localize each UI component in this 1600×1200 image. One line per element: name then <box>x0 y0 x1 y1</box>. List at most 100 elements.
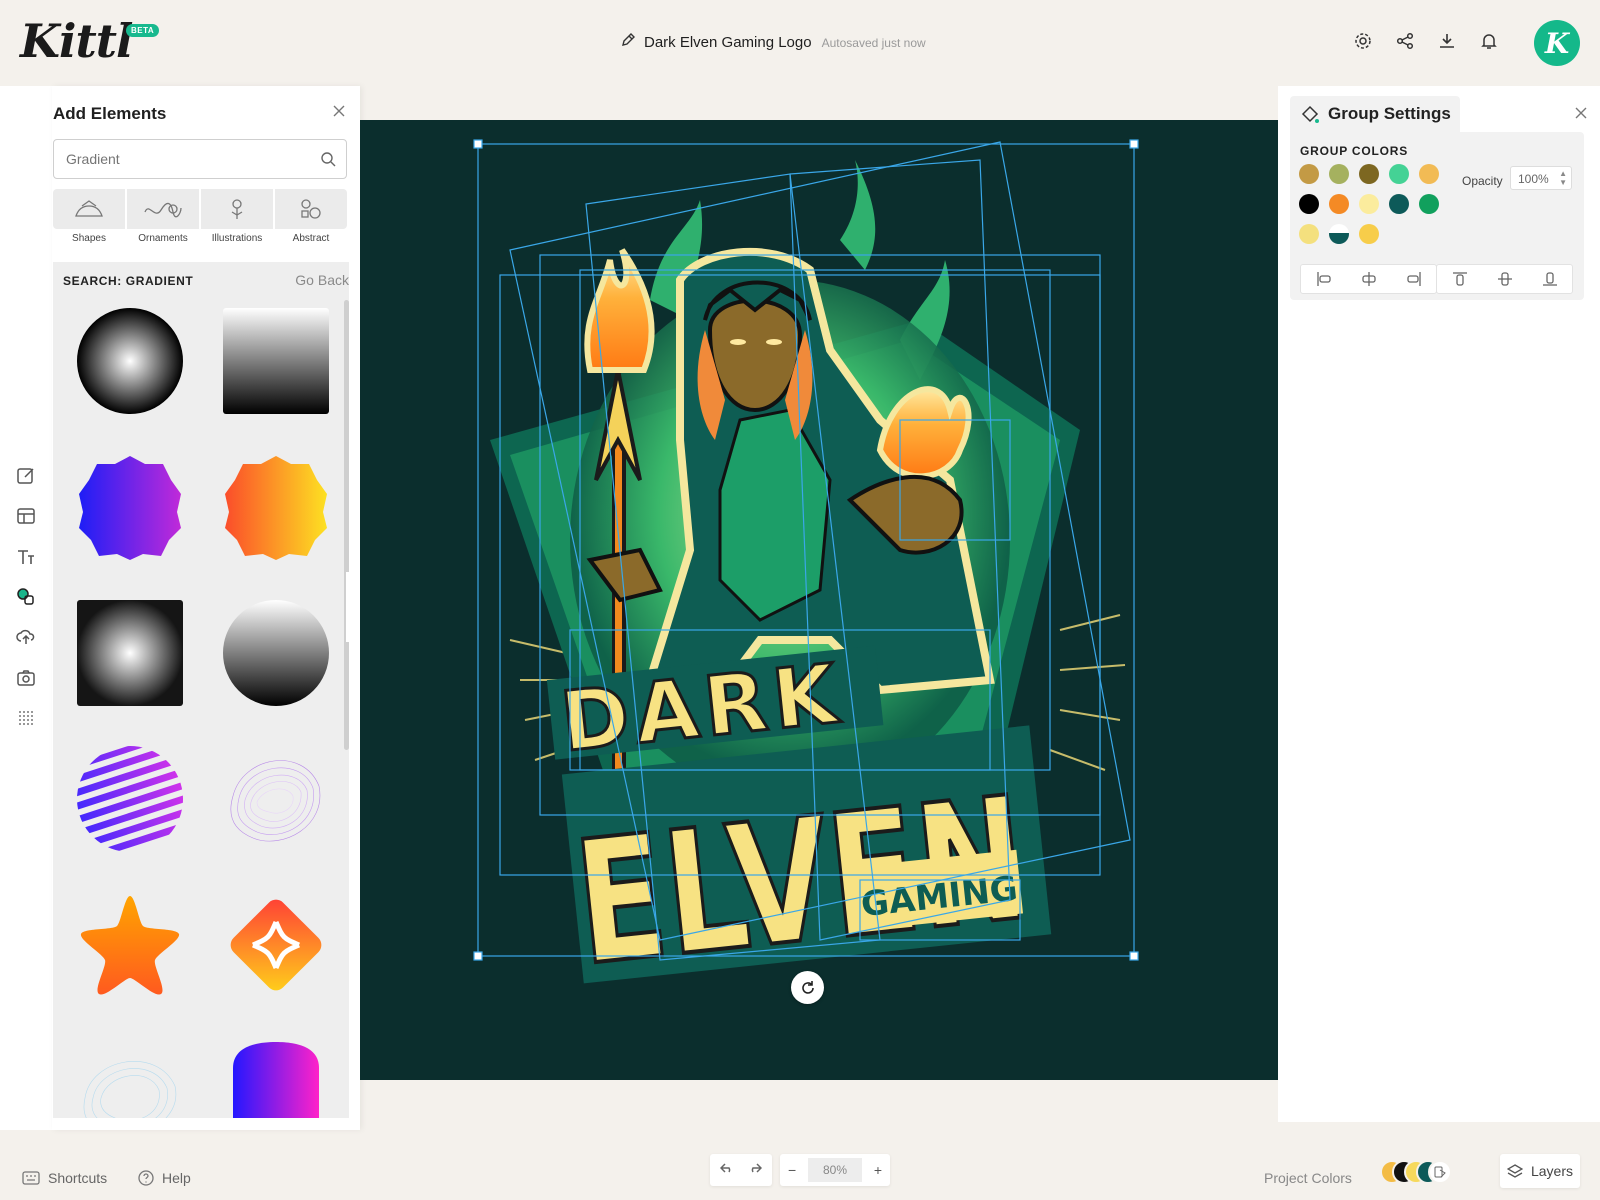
striped-gradient-sphere-element[interactable] <box>77 746 183 852</box>
cyan-wireframe-blob-element[interactable] <box>77 1038 183 1118</box>
layers-button[interactable]: Layers <box>1500 1154 1580 1188</box>
align-right-icon[interactable] <box>1391 265 1436 293</box>
app-logo[interactable]: Kittl <box>20 14 133 68</box>
project-colors-label[interactable]: Project Colors <box>1264 1170 1352 1186</box>
category-ornaments[interactable]: Ornaments <box>127 189 199 244</box>
download-icon[interactable] <box>1436 30 1458 52</box>
close-icon[interactable] <box>332 104 348 120</box>
align-top-icon[interactable] <box>1437 265 1482 293</box>
color-swatch[interactable] <box>1389 164 1409 184</box>
results-heading: SEARCH: GRADIENT <box>63 274 194 288</box>
group-settings-title: Group Settings <box>1328 104 1451 123</box>
keyboard-icon <box>22 1171 40 1185</box>
add-elements-panel: Add Elements Shapes Ornaments Illustrati… <box>52 86 360 1130</box>
color-swatch[interactable] <box>1419 194 1439 214</box>
go-back-link[interactable]: Go Back <box>295 272 349 288</box>
undo-icon[interactable] <box>719 1161 734 1179</box>
help-icon <box>138 1170 154 1186</box>
opacity-input[interactable]: 100% ▲ ▼ <box>1510 166 1572 190</box>
camera-icon[interactable] <box>14 666 38 690</box>
group-colors-section: GROUP COLORS Opacity 100% ▲ ▼ <box>1290 132 1584 300</box>
redo-icon[interactable] <box>748 1161 763 1179</box>
help-button[interactable]: Help <box>138 1170 191 1186</box>
align-middle-v-icon[interactable] <box>1482 265 1527 293</box>
top-bar: Kittl BETA Dark Elven Gaming Logo Autosa… <box>0 0 1600 86</box>
wireframe-gradient-blob-element[interactable] <box>223 746 329 852</box>
category-label: Abstract <box>292 233 330 244</box>
upload-icon[interactable] <box>14 625 38 649</box>
zoom-out-icon[interactable]: − <box>788 1162 796 1178</box>
share-icon[interactable] <box>1394 30 1416 52</box>
shortcuts-button[interactable]: Shortcuts <box>22 1170 107 1186</box>
zoom-value[interactable]: 80% <box>808 1158 862 1182</box>
align-center-h-icon[interactable] <box>1346 265 1391 293</box>
document-title-area: Dark Elven Gaming Logo Autosaved just no… <box>620 32 926 53</box>
zoom-controls: − 80% + <box>780 1154 890 1186</box>
user-avatar[interactable]: K <box>1534 20 1580 66</box>
horizontal-align-group <box>1300 264 1437 294</box>
design-canvas[interactable]: DARK ELVEN GAMING <box>360 120 1278 1080</box>
group-settings-panel: Group Settings GROUP COLORS Opacity 100%… <box>1278 86 1600 1122</box>
color-swatch[interactable] <box>1359 164 1379 184</box>
color-swatch[interactable] <box>1389 194 1409 214</box>
search-input[interactable] <box>54 140 294 178</box>
radial-gradient-circle-element[interactable] <box>77 308 183 414</box>
bell-icon[interactable] <box>1478 30 1500 52</box>
color-swatch[interactable] <box>1419 164 1439 184</box>
shapes-icon <box>75 200 103 217</box>
category-label: Shapes <box>72 233 106 244</box>
beta-badge: BETA <box>126 24 160 37</box>
color-swatch[interactable] <box>1359 224 1379 244</box>
save-status: Autosaved just now <box>821 35 926 50</box>
project-colors-swatches[interactable] <box>1380 1160 1456 1186</box>
palette-edit-icon <box>1428 1160 1452 1184</box>
group-settings-tab[interactable]: Group Settings <box>1290 96 1460 132</box>
orange-yellow-gradient-badge-element[interactable] <box>223 454 329 560</box>
document-title[interactable]: Dark Elven Gaming Logo <box>644 34 812 51</box>
gradient-color-swatch[interactable] <box>1329 224 1349 244</box>
gear-icon[interactable] <box>1352 30 1374 52</box>
results-scrollbar[interactable] <box>344 300 349 750</box>
purple-gradient-shield-element[interactable] <box>223 1038 329 1118</box>
align-left-icon[interactable] <box>1301 265 1346 293</box>
templates-icon[interactable] <box>14 504 38 528</box>
color-swatch[interactable] <box>1299 194 1319 214</box>
color-swatch[interactable] <box>1359 194 1379 214</box>
rotate-icon <box>801 980 814 994</box>
category-shapes[interactable]: Shapes <box>53 189 125 244</box>
color-swatch[interactable] <box>1329 164 1349 184</box>
history-controls <box>710 1154 772 1186</box>
category-illustrations[interactable]: Illustrations <box>201 189 273 244</box>
bottom-bar: Shortcuts Help − 80% + Project Colors La… <box>0 1130 1600 1200</box>
panel-title: Add Elements <box>53 104 167 123</box>
linear-gradient-square-element[interactable] <box>223 308 329 414</box>
gray-gradient-circle-element[interactable] <box>223 600 329 706</box>
pattern-icon[interactable] <box>14 706 38 730</box>
color-swatch[interactable] <box>1299 224 1319 244</box>
purple-blue-gradient-badge-element[interactable] <box>77 454 183 560</box>
radial-gradient-square-element[interactable] <box>77 600 183 706</box>
pencil-icon[interactable] <box>620 32 636 53</box>
category-abstract[interactable]: Abstract <box>275 189 347 244</box>
search-field <box>53 139 347 179</box>
illustrations-icon <box>231 199 243 219</box>
orange-gradient-star-element[interactable] <box>77 892 183 998</box>
color-swatch[interactable] <box>1329 194 1349 214</box>
rotate-handle[interactable] <box>791 971 824 1004</box>
text-icon[interactable] <box>14 545 38 569</box>
layers-label: Layers <box>1530 1163 1574 1179</box>
orange-gradient-pinwheel-element[interactable] <box>223 892 329 998</box>
search-icon[interactable] <box>320 151 336 172</box>
artwork[interactable]: DARK ELVEN GAMING <box>360 120 1278 1080</box>
align-bottom-icon[interactable] <box>1527 265 1572 293</box>
vertical-align-group <box>1436 264 1573 294</box>
close-icon[interactable] <box>1574 106 1588 125</box>
edit-icon[interactable] <box>14 464 38 488</box>
stepper-icon[interactable]: ▲ ▼ <box>1559 169 1567 187</box>
color-swatch[interactable] <box>1299 164 1319 184</box>
zoom-in-icon[interactable]: + <box>874 1162 882 1178</box>
abstract-icon <box>301 199 321 219</box>
layers-icon <box>1506 1164 1523 1178</box>
tool-rail <box>0 86 52 1130</box>
elements-icon[interactable] <box>14 585 38 609</box>
